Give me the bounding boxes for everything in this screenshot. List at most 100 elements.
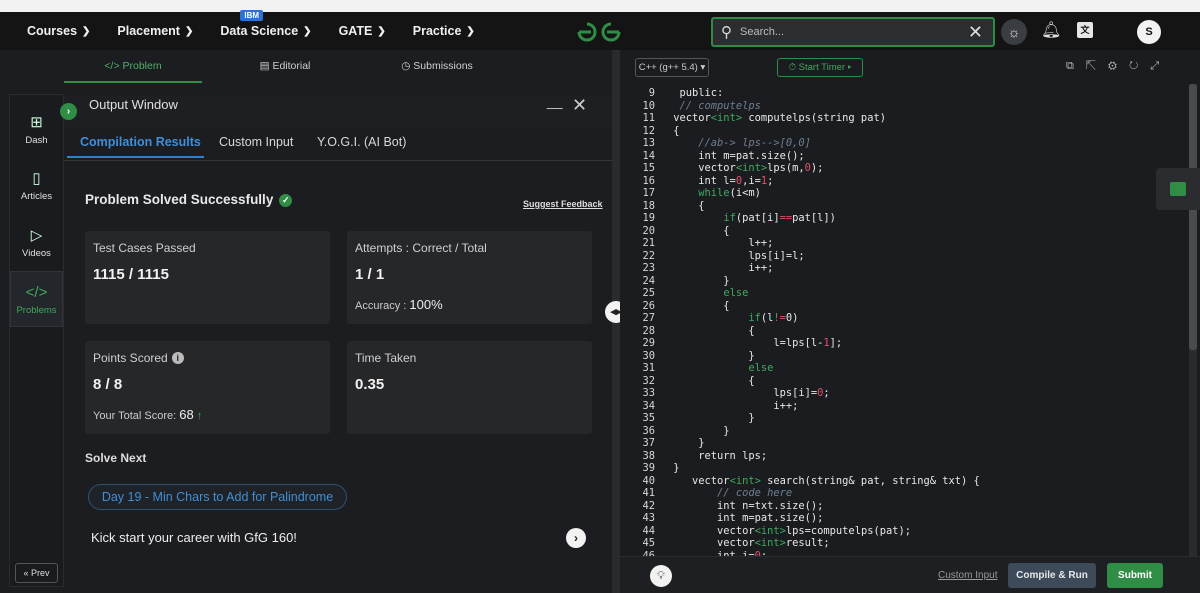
line-number: 25 [642,287,655,299]
editor-scrollbar-thumb[interactable] [1189,84,1197,350]
editor-tool-icons[interactable]: ⧉⇱⚙↻⤢ [1066,60,1171,73]
nav-practice[interactable]: Practice ❯ [413,24,475,38]
nav-placement[interactable]: Placement ❯ [117,24,193,38]
code-line: l++; [667,237,774,249]
tab-problem[interactable]: </> Problem [64,50,202,83]
ibm-badge: IBM [240,10,264,21]
code-line: } [667,462,680,474]
expand-arrow-icon[interactable]: › [60,103,77,120]
code-line: int m=pat.size(); [667,149,805,162]
sidebar-item-problems[interactable]: </> Problems [10,271,63,327]
sidebar-item-articles[interactable]: ▯ Articles [10,169,63,202]
chevron-down-icon: ❯ [82,25,91,37]
sidebar-item-videos[interactable]: ▷ Videos [10,226,63,259]
search-icon: ⚲ [721,24,732,41]
status-text: Problem Solved Successfully [85,192,274,207]
theme-toggle-icon[interactable]: ☼ [1001,19,1027,45]
code-line: else [748,362,774,374]
book-icon: ▯ [32,170,41,187]
line-number: 28 [642,324,655,337]
accuracy-label: Accuracy : [355,300,407,312]
language-value: C++ (g++ 5.4) [638,62,698,73]
avatar[interactable]: S [1137,20,1161,44]
tab-editorial[interactable]: ▤ Editorial [202,50,368,83]
close-icon[interactable]: ✕ [572,95,587,116]
chat-icon[interactable] [1156,168,1200,210]
line-number: 34 [642,399,655,412]
editor-pane: C++ (g++ 5.4) ▾ ⏱ Start Timer ▸ ⧉⇱⚙↻⤢ 9 … [620,50,1200,593]
editor-toolbar: C++ (g++ 5.4) ▾ ⏱ Start Timer ▸ ⧉⇱⚙↻⤢ [620,50,1200,82]
line-number: 43 [642,512,655,524]
code-line: if(l!=0) [748,312,799,324]
solve-next-link[interactable]: Day 19 - Min Chars to Add for Palindrome [88,484,347,510]
line-number: 39 [642,462,655,474]
chevron-down-icon: ❯ [184,25,194,37]
code-line: public: [667,87,724,99]
chevron-right-icon[interactable]: › [566,528,586,548]
points-card: Points Scored i 8 / 8 Your Total Score: 6… [85,341,330,434]
prev-label: Prev [31,568,50,578]
chevron-down-icon: ❯ [303,25,312,37]
sidebar-item-label: Problems [16,305,57,316]
sidebar-item-label: Dash [25,135,48,146]
code-line: if(pat[i]==pat[l]) [723,212,836,224]
code-line: vector<int>result; [667,537,830,549]
search-input[interactable] [740,26,960,38]
problem-tabs: </> Problem ▤ Editorial ◷ Submissions [64,50,612,83]
check-circle-icon: ✓ [279,194,293,207]
tab-yogi-ai-bot[interactable]: Y.O.G.I. (AI Bot) [317,135,406,149]
active-tab-underline [67,156,204,158]
code-line: vector<int>lps=computelps(pat); [667,524,911,537]
chevron-down-icon: ❯ [377,25,386,37]
code-line: i++; [667,262,774,274]
line-number: 31 [642,362,655,374]
translate-icon[interactable]: 文 [1077,22,1093,38]
close-icon[interactable]: ✕ [968,22,983,43]
nav-courses[interactable]: Courses ❯ [27,24,90,38]
tab-submissions[interactable]: ◷ Submissions [368,50,506,83]
line-number: 17 [642,187,655,199]
sidebar-item-label: Videos [22,248,51,259]
code-line: { [667,199,705,212]
minimize-icon[interactable]: __ [547,93,563,109]
line-number: 12 [642,124,655,137]
line-number: 36 [642,424,655,437]
left-pane: </> Problem ▤ Editorial ◷ Submissions ⊞ D… [0,50,612,593]
solve-next-heading: Solve Next [85,451,147,465]
tab-compilation-results[interactable]: Compilation Results [80,135,201,149]
code-editor[interactable]: 9 public: 10 // computelps 11 vector<int> … [620,84,1188,556]
status-heading: Problem Solved Successfully ✓ [85,192,293,207]
custom-input-link[interactable]: Custom Input [938,570,997,581]
prev-button[interactable]: « Prev [15,563,58,583]
suggest-feedback-link[interactable]: Suggest Feedback [523,199,603,209]
code-line: l=lps[l-1]; [667,337,843,349]
code-line: } [667,349,755,362]
arrow-up-icon: ↑ [196,410,203,422]
nav-data-science[interactable]: IBM Data Science ❯ [220,10,312,38]
start-timer-button[interactable]: ⏱ Start Timer ▸ [777,58,863,77]
submit-button[interactable]: Submit [1107,563,1163,588]
line-number: 30 [642,349,655,362]
output-window-title: Output Window [89,97,178,112]
line-number: 38 [642,449,655,462]
line-number: 9 [648,87,655,99]
code-line: lps[i]=l; [667,249,805,262]
gfg-logo[interactable] [575,20,623,44]
search-box[interactable]: ⚲ ✕ [711,17,995,47]
sidebar-item-dash[interactable]: ⊞ Dash [10,113,63,146]
notification-bell-icon[interactable]: 🔔︎ [1041,20,1061,40]
code-line: } [667,412,755,424]
lightbulb-icon[interactable]: 💡︎ [650,565,672,587]
info-icon[interactable]: i [171,352,184,364]
nav-data-science-label: Data Science [220,24,299,38]
nav-courses-label: Courses [27,24,78,38]
code-line: { [667,124,680,137]
compile-run-button[interactable]: Compile & Run [1008,563,1096,588]
line-number: 26 [642,299,655,312]
points-value: 8 / 8 [93,376,123,393]
nav-gate[interactable]: GATE ❯ [339,24,386,38]
line-number: 13 [642,137,655,149]
tab-custom-input[interactable]: Custom Input [219,135,293,149]
line-number: 32 [642,374,655,387]
language-select[interactable]: C++ (g++ 5.4) ▾ [635,58,709,77]
